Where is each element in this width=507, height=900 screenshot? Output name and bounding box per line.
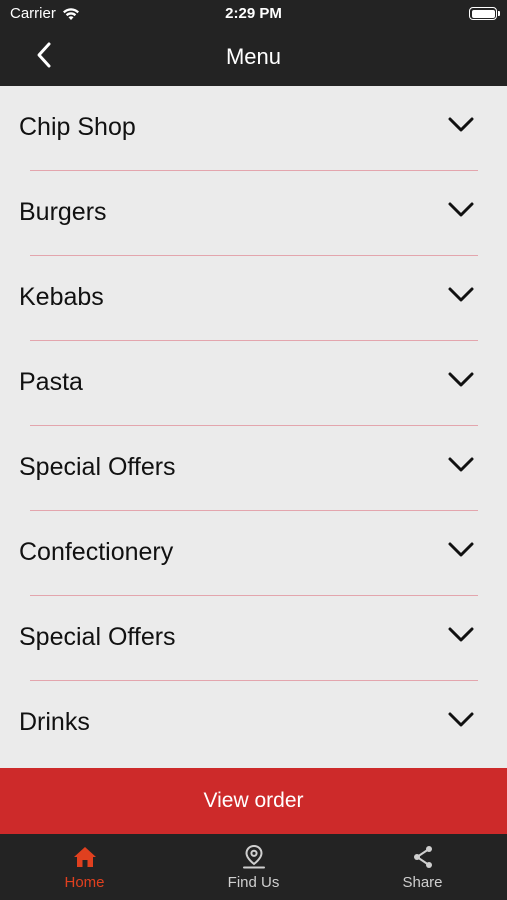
- battery-icon: [469, 7, 500, 20]
- map-pin-icon: [242, 844, 265, 869]
- page-title: Menu: [225, 44, 282, 69]
- tab-label: Share: [402, 874, 443, 891]
- menu-category-label: Drinks: [19, 708, 90, 736]
- menu-category-pasta[interactable]: Pasta: [0, 341, 507, 426]
- menu-category-label: Special Offers: [19, 623, 176, 651]
- view-order-button[interactable]: View order: [0, 768, 507, 834]
- tab-label: Home: [64, 874, 105, 891]
- chevron-down-icon: [448, 542, 474, 557]
- nav-bar: Menu: [0, 28, 507, 86]
- status-time: 2:29 PM: [225, 5, 282, 22]
- tab-home[interactable]: Home: [0, 834, 169, 900]
- chevron-down-icon: [448, 202, 474, 217]
- menu-category-label: Confectionery: [19, 538, 174, 566]
- chevron-down-icon: [448, 117, 474, 132]
- menu-category-confectionery[interactable]: Confectionery: [0, 511, 507, 596]
- share-icon: [413, 846, 432, 868]
- menu-category-kebabs[interactable]: Kebabs: [0, 256, 507, 341]
- tab-bar: Home Find Us Share: [0, 834, 507, 900]
- menu-category-chip-shop[interactable]: Chip Shop: [0, 86, 507, 171]
- menu-category-list: Chip Shop Burgers Kebabs Pasta Special O…: [0, 86, 507, 768]
- menu-category-special-offers-2[interactable]: Special Offers: [0, 596, 507, 681]
- menu-category-special-offers[interactable]: Special Offers: [0, 426, 507, 511]
- menu-category-label: Kebabs: [19, 283, 104, 311]
- tab-label: Find Us: [227, 874, 280, 891]
- menu-category-label: Special Offers: [19, 453, 176, 481]
- chevron-down-icon: [448, 287, 474, 302]
- status-bar: Carrier 2:29 PM: [0, 0, 507, 28]
- menu-category-label: Pasta: [19, 368, 83, 396]
- chevron-down-icon: [448, 627, 474, 642]
- chevron-down-icon: [448, 457, 474, 472]
- menu-category-label: Burgers: [19, 198, 107, 226]
- chevron-down-icon: [448, 712, 474, 727]
- menu-category-burgers[interactable]: Burgers: [0, 171, 507, 256]
- chevron-down-icon: [448, 372, 474, 387]
- tab-share[interactable]: Share: [338, 834, 507, 900]
- tab-find-us[interactable]: Find Us: [169, 834, 338, 900]
- menu-category-label: Chip Shop: [19, 113, 136, 141]
- menu-category-drinks[interactable]: Drinks: [0, 681, 507, 766]
- home-icon: [73, 847, 96, 867]
